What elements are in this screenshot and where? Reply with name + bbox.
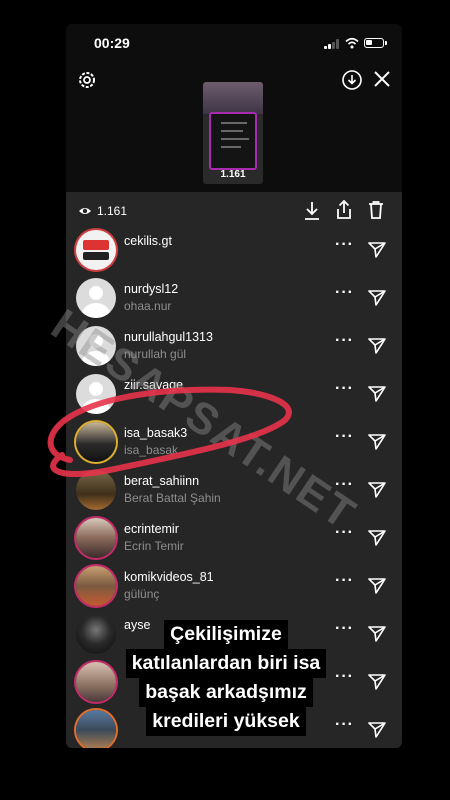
caption-line: başak arkadşımız	[139, 678, 313, 707]
more-options-icon[interactable]: ···	[335, 429, 353, 450]
thumbnail-view-count: 1.161	[220, 169, 246, 180]
story-caption: Çekilişimize katılanlardan biri isa başa…	[86, 620, 366, 736]
caption-line: katılanlardan biri isa	[125, 649, 327, 678]
status-bar: 00:29	[66, 24, 402, 64]
send-icon[interactable]	[367, 720, 387, 740]
viewer-username: berat_sahiinn	[124, 474, 200, 488]
viewer-username: nurdysl12	[124, 282, 179, 296]
send-icon[interactable]	[367, 672, 387, 692]
viewer-username: komikvideos_81	[124, 570, 214, 584]
viewer-fullname: isa_basak	[124, 443, 179, 457]
more-options-icon[interactable]: ···	[335, 573, 353, 594]
close-icon[interactable]	[371, 68, 393, 90]
avatar	[76, 230, 116, 270]
avatar	[76, 566, 116, 606]
save-story-icon[interactable]	[341, 69, 363, 91]
viewer-row[interactable]: cekilis.gt ···	[66, 226, 402, 274]
viewer-row[interactable]: berat_sahiinn Berat Battal Şahin ···	[66, 466, 402, 514]
viewer-row[interactable]: komikvideos_81 gülünç ···	[66, 562, 402, 610]
viewer-row[interactable]: ecrintemir Ecrin Temir ···	[66, 514, 402, 562]
more-options-icon[interactable]: ···	[335, 477, 353, 498]
send-icon[interactable]	[367, 576, 387, 596]
viewer-fullname: ohaa.nur	[124, 299, 172, 313]
thumbnail-frame	[209, 112, 257, 170]
story-thumbnail[interactable]: 1.161	[203, 82, 263, 184]
send-icon[interactable]	[367, 624, 387, 644]
default-avatar	[76, 278, 116, 318]
signal-icon	[324, 39, 340, 49]
more-options-icon[interactable]: ···	[335, 381, 353, 402]
more-options-icon[interactable]: ···	[335, 237, 353, 258]
battery-icon	[364, 38, 387, 48]
viewer-username: ecrintemir	[124, 522, 179, 536]
viewer-username: isa_basak3	[124, 426, 188, 440]
caption-line: Çekilişimize	[164, 620, 288, 649]
viewer-row[interactable]: nurdysl12 ohaa.nur ···	[66, 274, 402, 322]
gear-icon[interactable]	[76, 69, 98, 91]
send-icon[interactable]	[367, 288, 387, 308]
more-options-icon[interactable]: ···	[335, 525, 353, 546]
send-icon[interactable]	[367, 384, 387, 404]
send-icon[interactable]	[367, 240, 387, 260]
viewer-fullname: Ecrin Temir	[124, 539, 184, 553]
send-icon[interactable]	[367, 528, 387, 548]
viewer-row[interactable]: ziir.savage ···	[66, 370, 402, 418]
send-icon[interactable]	[367, 480, 387, 500]
viewer-username: ziir.savage	[124, 378, 184, 392]
viewer-username: nurullahgul1313	[124, 330, 213, 344]
more-options-icon[interactable]: ···	[335, 333, 353, 354]
send-icon[interactable]	[367, 432, 387, 452]
viewer-row[interactable]: nurullahgul1313 nurullah gül ···	[66, 322, 402, 370]
default-avatar	[76, 326, 116, 366]
more-options-icon[interactable]: ···	[335, 285, 353, 306]
avatar	[76, 470, 116, 510]
default-avatar	[76, 374, 116, 414]
thumbnail-image	[203, 82, 263, 114]
viewer-fullname: gülünç	[124, 587, 160, 601]
avatar	[76, 518, 116, 558]
viewer-username: cekilis.gt	[124, 234, 172, 248]
viewer-row[interactable]: isa_basak3 isa_basak ···	[66, 418, 402, 466]
send-icon[interactable]	[367, 336, 387, 356]
caption-line: kredileri yüksek	[146, 707, 306, 736]
viewer-fullname: Berat Battal Şahin	[124, 491, 221, 505]
avatar	[76, 422, 116, 462]
viewer-fullname: nurullah gül	[124, 347, 187, 361]
wifi-icon	[345, 37, 359, 49]
status-time: 00:29	[94, 35, 130, 51]
